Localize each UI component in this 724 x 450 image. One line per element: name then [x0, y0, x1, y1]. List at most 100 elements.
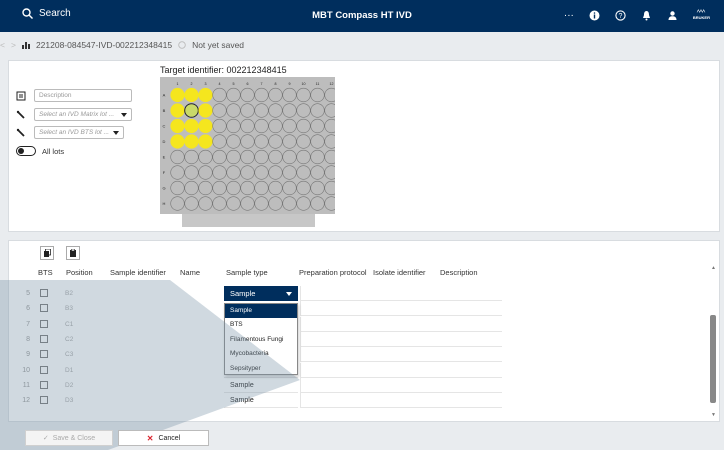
plate-well-H11[interactable] — [310, 196, 325, 211]
plate-well-F10[interactable] — [296, 165, 311, 180]
plate-well-F1[interactable] — [170, 165, 185, 180]
cancel-button[interactable]: ✕ Cancel — [118, 430, 209, 446]
plate-well-C11[interactable] — [310, 118, 325, 134]
plate-well-B7[interactable] — [254, 103, 269, 118]
plate-well-H3[interactable] — [198, 196, 213, 211]
column-header[interactable]: Isolate identifier — [373, 268, 426, 282]
plate-well-B9[interactable] — [282, 103, 297, 118]
plate-well-D8[interactable] — [268, 134, 283, 149]
plate-well-E8[interactable] — [268, 149, 283, 165]
plate-well-G7[interactable] — [254, 180, 269, 196]
plate-well-H4[interactable] — [212, 196, 227, 211]
plate-well-G9[interactable] — [282, 180, 297, 196]
plate-well-B1[interactable] — [170, 103, 185, 118]
plate-well-C8[interactable] — [268, 118, 283, 134]
plate-well-G10[interactable] — [296, 180, 311, 196]
plate-well-F5[interactable] — [226, 165, 241, 180]
plate-well-D2[interactable] — [184, 134, 199, 149]
plate-well-G8[interactable] — [268, 180, 283, 196]
column-header[interactable]: Sample identifier — [110, 268, 166, 282]
plate-well-D5[interactable] — [226, 134, 241, 149]
plate-well-A3[interactable] — [198, 87, 213, 103]
plate-well-H6[interactable] — [240, 196, 255, 211]
row-cells[interactable] — [300, 316, 502, 332]
column-header[interactable]: Sample type — [226, 268, 268, 282]
notification-bell-icon[interactable] — [641, 9, 652, 21]
plate-well-D12[interactable] — [324, 134, 335, 149]
plate-well-F3[interactable] — [198, 165, 213, 180]
plate-well-E11[interactable] — [310, 149, 325, 165]
plate-well-B10[interactable] — [296, 103, 311, 118]
column-header[interactable]: BTS — [38, 268, 53, 282]
all-lots-toggle[interactable] — [16, 146, 36, 156]
table-scrollbar[interactable] — [710, 315, 716, 403]
matrix-lot-select[interactable]: Select an IVD Matrix lot ... — [34, 108, 132, 121]
plate-well-F8[interactable] — [268, 165, 283, 180]
plate-well-A7[interactable] — [254, 87, 269, 103]
plate-well-B2[interactable] — [184, 103, 199, 118]
plate-well-A12[interactable] — [324, 87, 335, 103]
plate-well-F12[interactable] — [324, 165, 335, 180]
plate-well-C4[interactable] — [212, 118, 227, 134]
info-icon[interactable] — [589, 9, 600, 21]
plate-well-F9[interactable] — [282, 165, 297, 180]
row-cells[interactable] — [300, 301, 502, 317]
plate-well-G1[interactable] — [170, 180, 185, 196]
help-icon[interactable]: ? — [615, 9, 626, 21]
plate-well-D1[interactable] — [170, 134, 185, 149]
more-menu-icon[interactable]: ··· — [564, 9, 574, 21]
paste-button[interactable] — [66, 246, 80, 260]
plate-well-G5[interactable] — [226, 180, 241, 196]
row-cells[interactable] — [300, 347, 502, 363]
plate-well-H9[interactable] — [282, 196, 297, 211]
copy-button[interactable] — [40, 246, 54, 260]
plate-well-E2[interactable] — [184, 149, 199, 165]
plate-well-E10[interactable] — [296, 149, 311, 165]
plate-well-D10[interactable] — [296, 134, 311, 149]
plate-well-D11[interactable] — [310, 134, 325, 149]
plate-well-C5[interactable] — [226, 118, 241, 134]
plate-well-A8[interactable] — [268, 87, 283, 103]
plate-well-D3[interactable] — [198, 134, 213, 149]
row-cells[interactable] — [300, 331, 502, 347]
plate-well-G11[interactable] — [310, 180, 325, 196]
plate-well-E12[interactable] — [324, 149, 335, 165]
sample-type-dropdown[interactable]: Sample — [224, 286, 298, 301]
scroll-up-icon[interactable]: ▲ — [711, 265, 716, 271]
plate-well-H10[interactable] — [296, 196, 311, 211]
plate-well-A10[interactable] — [296, 87, 311, 103]
plate-well-H12[interactable] — [324, 196, 335, 211]
plate-well-B6[interactable] — [240, 103, 255, 118]
scroll-down-icon[interactable]: ▼ — [711, 412, 716, 418]
plate-well-C3[interactable] — [198, 118, 213, 134]
plate-well-D9[interactable] — [282, 134, 297, 149]
plate-well-B11[interactable] — [310, 103, 325, 118]
plate-well-E6[interactable] — [240, 149, 255, 165]
plate-well-H2[interactable] — [184, 196, 199, 211]
plate-well-C7[interactable] — [254, 118, 269, 134]
plate-well-C9[interactable] — [282, 118, 297, 134]
plate-well-C6[interactable] — [240, 118, 255, 134]
plate-well-E5[interactable] — [226, 149, 241, 165]
plate-well-A1[interactable] — [170, 87, 185, 103]
plate-well-F7[interactable] — [254, 165, 269, 180]
column-header[interactable]: Position — [66, 268, 93, 282]
plate-well-A6[interactable] — [240, 87, 255, 103]
plate-well-B5[interactable] — [226, 103, 241, 118]
plate-well-A2[interactable] — [184, 87, 199, 103]
plate-well-A4[interactable] — [212, 87, 227, 103]
row-cells[interactable] — [300, 377, 502, 393]
plate-well-G12[interactable] — [324, 180, 335, 196]
dropdown-option[interactable]: Sample — [225, 304, 297, 319]
user-icon[interactable] — [667, 9, 678, 21]
row-cells[interactable] — [300, 362, 502, 378]
plate-well-B12[interactable] — [324, 103, 335, 118]
plate-well-D7[interactable] — [254, 134, 269, 149]
column-header[interactable]: Name — [180, 268, 200, 282]
description-input[interactable]: Description — [34, 89, 132, 102]
plate-well-A11[interactable] — [310, 87, 325, 103]
plate-well-E9[interactable] — [282, 149, 297, 165]
row-cells[interactable] — [300, 393, 502, 409]
plate-well-G2[interactable] — [184, 180, 199, 196]
plate-well-E3[interactable] — [198, 149, 213, 165]
